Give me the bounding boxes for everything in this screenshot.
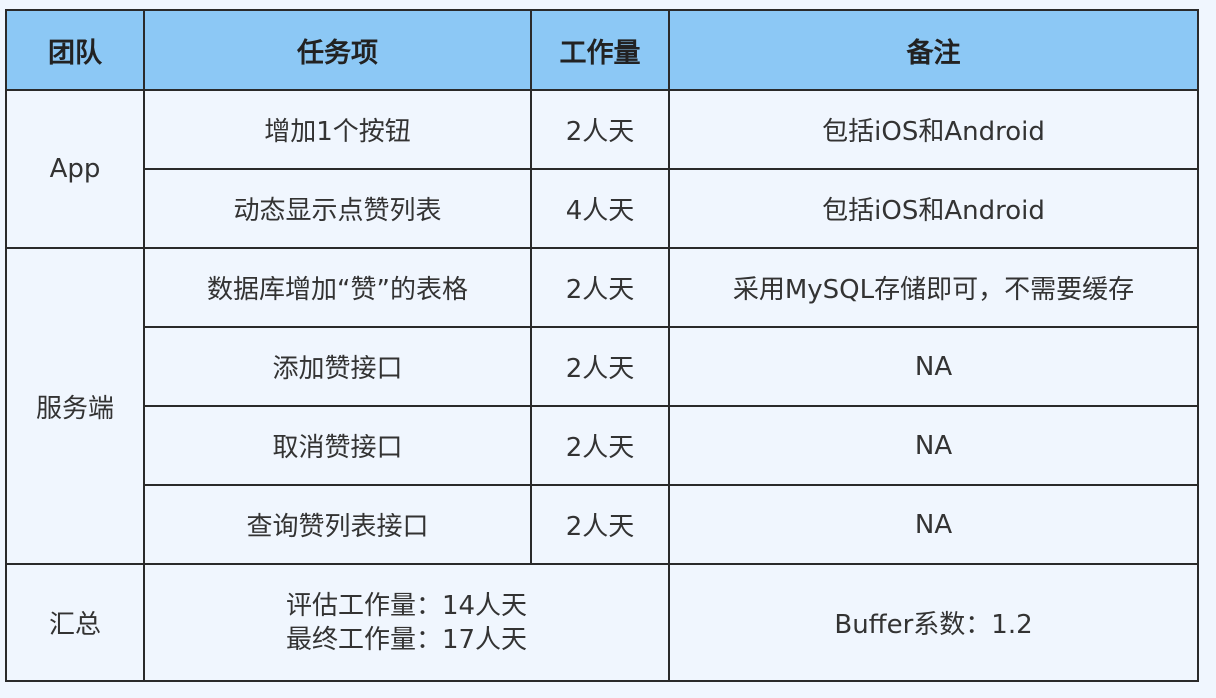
task-cell: 查询赞列表接口 xyxy=(143,484,532,565)
note-cell: NA xyxy=(668,326,1199,407)
task-cell: 取消赞接口 xyxy=(143,405,532,486)
effort-cell: 2人天 xyxy=(530,89,670,170)
summary-row: 汇总 评估工作量：14人天 最终工作量：17人天 Buffer系数：1.2 xyxy=(5,563,1199,682)
team-app: App xyxy=(5,89,145,249)
summary-effort-cell: 评估工作量：14人天 最终工作量：17人天 xyxy=(143,563,670,682)
final-effort: 最终工作量：17人天 xyxy=(285,624,528,655)
header-task: 任务项 xyxy=(143,9,532,91)
note-cell: NA xyxy=(668,405,1199,486)
task-cell: 数据库增加“赞”的表格 xyxy=(143,247,532,328)
effort-cell: 4人天 xyxy=(530,168,670,249)
table-row: App 增加1个按钮 2人天 包括iOS和Android xyxy=(5,89,1199,249)
header-team: 团队 xyxy=(5,9,145,91)
header-effort: 工作量 xyxy=(530,9,670,91)
task-cell: 增加1个按钮 xyxy=(143,89,532,170)
table-row: 动态显示点赞列表 4人天 包括iOS和Android xyxy=(6,168,1199,249)
effort-cell: 2人天 xyxy=(530,326,670,407)
table-header-row: 团队 任务项 工作量 备注 xyxy=(5,9,1199,91)
effort-estimate-table: 团队 任务项 工作量 备注 App 增加1个按钮 2人天 包括iOS和Andro… xyxy=(5,9,1199,682)
effort-cell: 2人天 xyxy=(530,247,670,328)
table-row: 查询赞列表接口 2人天 NA xyxy=(6,484,1199,565)
task-cell: 动态显示点赞列表 xyxy=(143,168,532,249)
team-summary: 汇总 xyxy=(5,563,145,682)
note-cell: 采用MySQL存储即可，不需要缓存 xyxy=(668,247,1199,328)
note-cell: 包括iOS和Android xyxy=(668,168,1199,249)
note-cell: 包括iOS和Android xyxy=(668,89,1199,170)
task-cell: 添加赞接口 xyxy=(143,326,532,407)
buffer-factor: Buffer系数：1.2 xyxy=(668,563,1199,682)
note-cell: NA xyxy=(668,484,1199,565)
effort-cell: 2人天 xyxy=(530,405,670,486)
estimated-effort: 评估工作量：14人天 xyxy=(285,590,528,621)
table-row: 取消赞接口 2人天 NA xyxy=(6,405,1199,486)
table-row: 服务端 数据库增加“赞”的表格 2人天 采用MySQL存储即可，不需要缓存 xyxy=(5,247,1199,565)
table-row: 添加赞接口 2人天 NA xyxy=(6,326,1199,407)
team-server: 服务端 xyxy=(5,247,145,565)
effort-cell: 2人天 xyxy=(530,484,670,565)
header-note: 备注 xyxy=(668,9,1199,91)
